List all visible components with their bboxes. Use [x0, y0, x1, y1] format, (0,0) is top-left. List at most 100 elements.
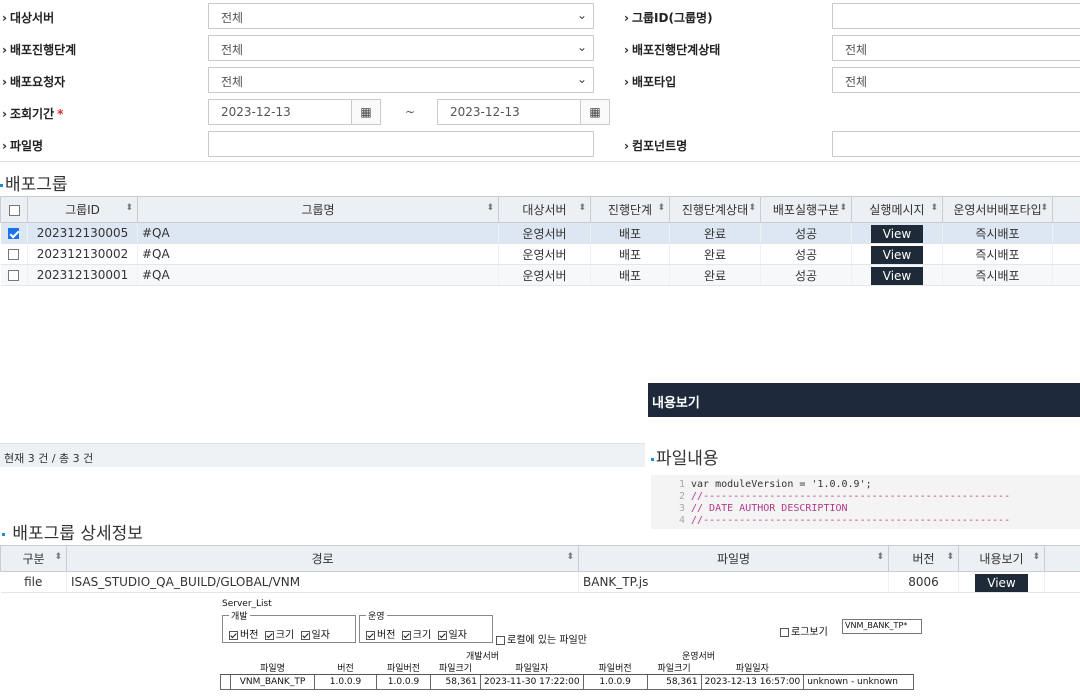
chevron-right-icon: › [2, 107, 7, 121]
deploy-stage-status-label: › 배포진행단계상태 [624, 43, 721, 57]
note-cell: unknown - unknown [803, 674, 915, 690]
file-name-input[interactable] [208, 131, 594, 157]
search-row-2: › 배포진행단계 전체 ⌄ › 배포진행단계상태 전체 [0, 32, 1080, 64]
col-header[interactable]: 버전 ⬍ [888, 545, 959, 572]
col-header: 파일일자 [480, 661, 584, 675]
chevron-right-icon: › [2, 75, 7, 89]
group-name-cell: #QA [137, 243, 499, 265]
name-cell: VNM_BANK_TP [230, 674, 315, 690]
col-header[interactable]: 그룹명 ⬍ [137, 196, 499, 223]
checkbox-icon[interactable] [496, 635, 505, 645]
col-header[interactable]: 실행메시지 ⬍ [851, 196, 943, 223]
chevron-right-icon: › [2, 11, 7, 25]
local-only-option[interactable]: 로컬에 있는 파일만 [496, 631, 587, 646]
search-row-4: › 조회기간 * 2023-12-13 ▦ ~ 2023-12-13 ▦ [0, 96, 1080, 128]
checkbox-icon[interactable] [229, 630, 238, 640]
view-button[interactable]: View [975, 573, 1028, 592]
chevron-down-icon: ⌄ [576, 8, 587, 22]
checkbox-icon [8, 228, 20, 239]
col-header[interactable]: 배포실행구분 ⬍ [760, 196, 852, 223]
checkbox-icon[interactable] [437, 630, 447, 640]
component-name-label: › 컴포넌트명 [624, 139, 688, 153]
exec-cell: 성공 [760, 222, 852, 244]
sort-icon: ⬍ [839, 203, 847, 213]
col-header[interactable]: 대상서버 ⬍ [498, 196, 591, 223]
ops-ver-cell: 1.0.0.9 [582, 674, 648, 690]
sort-icon: ⬍ [1040, 203, 1048, 213]
deploy-stage-status-select[interactable]: 전체 [832, 35, 1080, 61]
file-name-label: › 파일명 [2, 139, 44, 153]
code-line: 2//-------------------------------------… [678, 491, 1011, 502]
select-all-checkbox[interactable] [0, 196, 28, 223]
col-header[interactable]: 진행단계상태 ⬍ [669, 196, 761, 223]
requester-label: › 배포요청자 [2, 75, 66, 89]
filter-input[interactable]: VNM_BANK_TP* [842, 619, 922, 634]
code-viewer[interactable]: 1 var moduleVersion = '1.0.0.9'; 2//-----… [651, 475, 1080, 529]
checkbox-icon [8, 270, 20, 281]
calendar-icon[interactable]: ▦ [580, 99, 610, 125]
col-header-extra [1052, 196, 1080, 223]
checkbox-icon[interactable] [366, 630, 375, 640]
sort-icon: ⬍ [125, 203, 133, 213]
message-cell: View [851, 243, 943, 265]
deploy-group-table: 그룹ID ⬍ 그룹명 ⬍ 대상서버 ⬍ 진행단계 ⬍ 진행단계상태 ⬍ 배포실행구분 ⬍ 실… [0, 196, 1080, 286]
section-marker [2, 532, 5, 536]
server-list-header: 파일명 버전 파일버전 파일크기 파일일자 파일버전 파일크기 파일일자 [220, 661, 914, 675]
col-header[interactable]: 운영서버배포타입 ⬍ [942, 196, 1053, 223]
detail-title: 배포그룹 상세정보 [2, 519, 143, 544]
server-cell: 운영서버 [498, 222, 591, 244]
col-header[interactable]: 그룹ID ⬍ [27, 196, 138, 223]
col-header[interactable]: 진행단계 ⬍ [590, 196, 670, 223]
row-checkbox[interactable] [0, 243, 28, 265]
row-marker [220, 674, 231, 690]
period-from-input[interactable]: 2023-12-13 [208, 99, 352, 125]
col-header[interactable]: 구분 ⬍ [0, 545, 67, 572]
status-cell: 완료 [669, 243, 761, 265]
target-server-select[interactable]: 전체 ⌄ [208, 3, 594, 29]
sort-icon: ⬍ [578, 203, 586, 213]
view-button[interactable]: View [870, 266, 924, 285]
row-checkbox[interactable] [0, 264, 28, 286]
code-line: 1 var moduleVersion = '1.0.0.9'; [678, 479, 872, 490]
table-row[interactable]: 202312130005 #QA 운영서버 배포 완료 성공 View 즉시배포 [0, 222, 1080, 244]
view-button[interactable]: View [870, 224, 924, 243]
calendar-icon[interactable]: ▦ [351, 99, 381, 125]
ops-group: 운영 버전 크기 일자 [359, 609, 493, 643]
view-button[interactable]: View [870, 245, 924, 264]
col-header[interactable]: 파일명 ⬍ [578, 545, 889, 572]
checkbox-icon[interactable] [264, 630, 274, 640]
checkbox-icon[interactable] [401, 630, 411, 640]
col-header: 파일크기 [647, 661, 702, 675]
group-id-cell: 202312130002 [27, 243, 138, 265]
chevron-right-icon: › [2, 43, 7, 57]
empty-cell [1052, 264, 1080, 286]
deploy-stage-select[interactable]: 전체 ⌄ [208, 35, 594, 61]
table-row[interactable]: 202312130001 #QA 운영서버 배포 완료 성공 View 즉시배포 [0, 264, 1080, 286]
table-row[interactable]: file ISAS_STUDIO_QA_BUILD/GLOBAL/VNM BAN… [0, 571, 1080, 593]
log-view-option[interactable]: 로그보기 [780, 623, 828, 638]
empty-cell [1052, 222, 1080, 244]
requester-select[interactable]: 전체 ⌄ [208, 67, 594, 93]
file-cell: BANK_TP.js [578, 571, 889, 593]
version-cell: 8006 [888, 571, 959, 593]
code-line: 4//-------------------------------------… [678, 515, 1011, 526]
col-header[interactable]: 경로 ⬍ [66, 545, 579, 572]
exec-cell: 성공 [760, 243, 852, 265]
dev-group: 개발 버전 크기 일자 [222, 609, 356, 643]
record-count-bar: 현재 3 건 / 총 3 건 [0, 443, 645, 467]
group-id-input[interactable] [832, 3, 1080, 29]
table-row[interactable]: VNM_BANK_TP 1.0.0.9 1.0.0.9 58,361 2023-… [220, 674, 915, 690]
period-to-input[interactable]: 2023-12-13 [437, 99, 581, 125]
row-checkbox[interactable] [0, 222, 28, 244]
component-name-input[interactable] [832, 131, 1080, 157]
table-row[interactable]: 202312130002 #QA 운영서버 배포 완료 성공 View 즉시배포 [0, 243, 1080, 265]
checkbox-icon[interactable] [300, 630, 310, 640]
sort-icon: ⬍ [930, 203, 938, 213]
deploy-type-select[interactable]: 전체 [832, 67, 1080, 93]
group-id-cell: 202312130001 [27, 264, 138, 286]
col-header[interactable]: 내용보기 ⬍ [958, 545, 1045, 572]
group-name-cell: #QA [137, 222, 499, 244]
checkbox-icon[interactable] [780, 627, 789, 637]
table-header: 구분 ⬍ 경로 ⬍ 파일명 ⬍ 버전 ⬍ 내용보기 ⬍ [0, 545, 1080, 572]
deploy-type-label: › 배포타입 [624, 75, 677, 89]
